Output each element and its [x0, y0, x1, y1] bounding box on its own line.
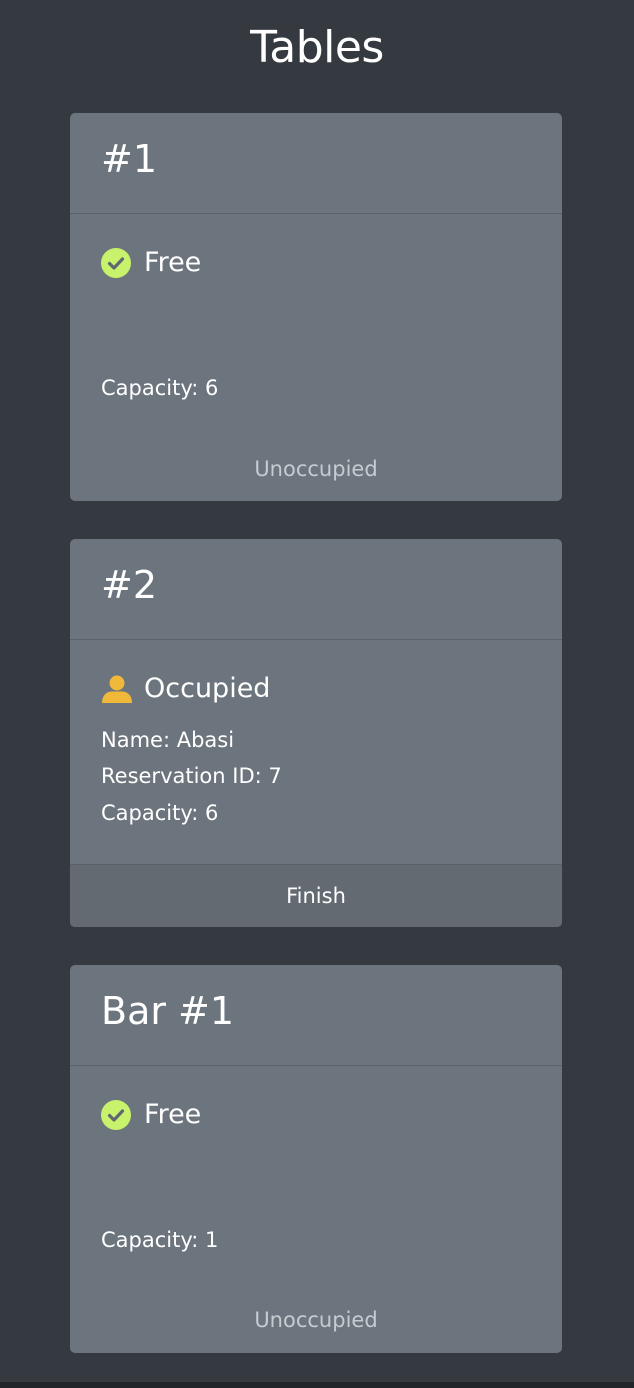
- page-title: Tables: [250, 22, 384, 73]
- card-header: #1: [70, 113, 562, 214]
- card-header: Bar #1: [70, 965, 562, 1066]
- guest-name: Name: Abasi: [101, 728, 235, 752]
- table-card: Bar #1 Free Capacity: 1 Unoccupied: [70, 965, 562, 1353]
- finish-button[interactable]: Finish: [70, 864, 562, 927]
- table-name: #1: [101, 137, 158, 181]
- status-row: Occupied: [101, 671, 270, 707]
- card-header: #2: [70, 539, 562, 640]
- person-icon: [101, 674, 132, 704]
- table-name: Bar #1: [101, 989, 235, 1033]
- occupancy-footer: Unoccupied: [254, 457, 378, 481]
- capacity-label: Capacity: 6: [101, 801, 219, 825]
- table-card: #1 Free Capacity: 6 Unoccupied: [70, 113, 562, 501]
- table-card: #2 Occupied Name: Abasi Reservation ID: …: [70, 539, 562, 927]
- status-label: Free: [144, 1099, 202, 1130]
- occupancy-footer: Unoccupied: [254, 1308, 378, 1332]
- status-label: Free: [144, 247, 202, 278]
- status-label: Occupied: [144, 673, 271, 704]
- table-name: #2: [101, 563, 158, 607]
- bottom-divider: [0, 1382, 634, 1388]
- capacity-label: Capacity: 1: [101, 1228, 219, 1252]
- status-row: Free: [101, 245, 201, 281]
- capacity-label: Capacity: 6: [101, 376, 219, 400]
- status-row: Free: [101, 1097, 201, 1133]
- check-circle-icon: [101, 248, 131, 278]
- check-circle-icon: [101, 1100, 131, 1130]
- reservation-id: Reservation ID: 7: [101, 764, 282, 788]
